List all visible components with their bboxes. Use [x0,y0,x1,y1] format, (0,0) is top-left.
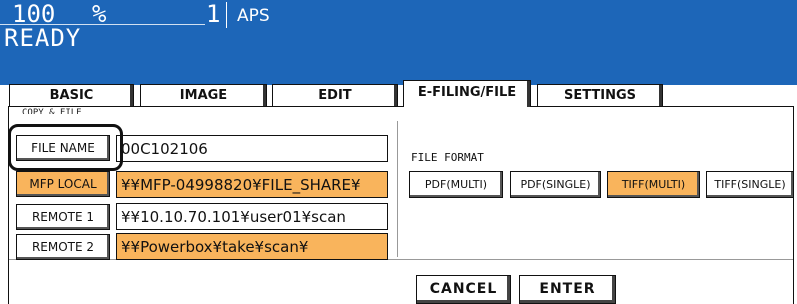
remote2-button[interactable]: REMOTE 2 [16,234,110,260]
tiff-multi-button[interactable]: TIFF(MULTI) [607,171,700,198]
tab-settings[interactable]: SETTINGS [537,84,663,106]
status-message: READY [4,24,82,52]
enter-button[interactable]: ENTER [519,275,616,304]
remote1-field[interactable]: ¥¥10.10.70.101¥user01¥scan [116,203,388,230]
tab-e-filing-file[interactable]: E-FILING/FILE [403,80,531,107]
remote1-button[interactable]: REMOTE 1 [16,204,110,230]
tab-image[interactable]: IMAGE [140,84,267,106]
column-divider [397,121,398,257]
copier-control-panel: 100 % 1 APS READY BASIC IMAGE EDIT E-FIL… [0,0,797,304]
remote2-field[interactable]: ¥¥Powerbox¥take¥scan¥ [116,233,388,260]
mfp-local-field[interactable]: ¥¥MFP-04998820¥FILE_SHARE¥ [116,171,388,198]
cancel-button[interactable]: CANCEL [416,275,511,304]
status-separator [226,2,227,28]
copies-count: 1 [206,0,221,28]
tab-edit[interactable]: EDIT [272,84,398,106]
pdf-multi-button[interactable]: PDF(MULTI) [409,171,503,198]
paper-size: APS [237,6,270,26]
file-name-field[interactable]: 00C102106 [116,135,388,162]
status-bar: 100 % 1 APS READY [0,0,797,85]
copy-file-group-label: COPY & FILE [22,108,82,114]
file-format-title: FILE FORMAT [411,151,484,164]
tab-basic[interactable]: BASIC [9,84,134,106]
mfp-local-button[interactable]: MFP LOCAL [16,171,110,197]
tiff-single-button[interactable]: TIFF(SINGLE) [706,171,794,198]
pdf-single-button[interactable]: PDF(SINGLE) [510,171,601,198]
file-name-button[interactable]: FILE NAME [16,135,110,161]
